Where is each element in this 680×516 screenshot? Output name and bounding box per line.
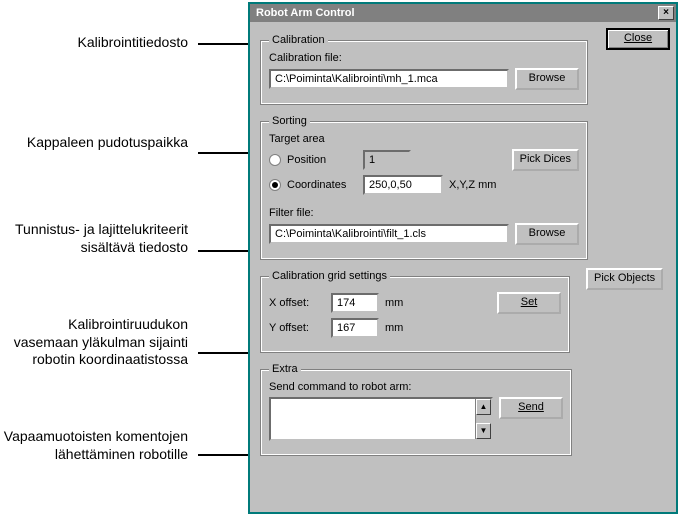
titlebar: Robot Arm Control × [250, 4, 676, 22]
callout-arrow [198, 43, 248, 45]
y-offset-input[interactable]: 167 [331, 318, 379, 338]
coordinates-input[interactable]: 250,0,50 [363, 175, 443, 195]
position-input: 1 [363, 150, 411, 170]
extra-legend: Extra [269, 363, 301, 375]
position-radio[interactable] [269, 154, 281, 166]
x-unit: mm [385, 297, 409, 309]
callout-arrow [198, 250, 248, 252]
callout-arrow [198, 152, 248, 154]
window-title: Robot Arm Control [256, 7, 355, 19]
coordinates-radio[interactable] [269, 179, 281, 191]
filter-browse-button[interactable]: Browse [515, 223, 579, 245]
send-button[interactable]: Send [499, 397, 563, 419]
scroll-up-icon[interactable]: ▲ [476, 399, 491, 415]
browse-label: Browse [529, 227, 566, 239]
pick-dices-label: Pick Dices [520, 153, 571, 165]
pick-objects-label: Pick Objects [594, 272, 655, 284]
calibration-browse-button[interactable]: Browse [515, 68, 579, 90]
close-button-label: Close [624, 32, 652, 44]
pick-dices-button[interactable]: Pick Dices [512, 149, 579, 171]
callout-arrow [198, 454, 248, 456]
filter-file-input[interactable]: C:\Poiminta\Kalibrointi\filt_1.cls [269, 224, 509, 244]
coordinates-unit: X,Y,Z mm [449, 179, 496, 191]
close-button[interactable]: Close [606, 28, 670, 50]
textarea-scrollbar[interactable]: ▲ ▼ [475, 399, 491, 439]
calibration-file-input[interactable]: C:\Poiminta\Kalibrointi\mh_1.mca [269, 69, 509, 89]
pick-objects-button[interactable]: Pick Objects [586, 268, 663, 290]
callout-calib-file: Kalibrointitiedosto [77, 34, 188, 52]
calibration-group: Calibration Calibration file: C:\Poimint… [260, 34, 588, 105]
calibration-grid-group: Calibration grid settings X offset: 174 … [260, 270, 570, 353]
callout-target-area: Kappaleen pudotuspaikka [27, 134, 188, 152]
set-label: Set [521, 296, 538, 308]
robot-arm-control-dialog: Robot Arm Control × Close Calibration Ca… [248, 2, 678, 514]
browse-label: Browse [529, 72, 566, 84]
extra-group: Extra Send command to robot arm: ▲ ▼ Sen… [260, 363, 572, 456]
coordinates-label: Coordinates [287, 179, 357, 191]
scroll-down-icon[interactable]: ▼ [476, 423, 491, 439]
target-area-label: Target area [269, 133, 579, 145]
callout-extra: Vapaamuotoisten komentojen lähettäminen … [0, 428, 188, 463]
sorting-legend: Sorting [269, 115, 310, 127]
callouts-panel: Kalibrointitiedosto Kappaleen pudotuspai… [0, 0, 248, 516]
set-button[interactable]: Set [497, 292, 561, 314]
window-close-button[interactable]: × [658, 6, 674, 20]
close-icon: × [663, 7, 669, 18]
filter-file-label: Filter file: [269, 207, 579, 219]
grid-legend: Calibration grid settings [269, 270, 390, 282]
position-label: Position [287, 154, 357, 166]
callout-filter-file: Tunnistus- ja lajittelukriteerit sisältä… [0, 221, 188, 256]
sorting-group: Sorting Target area Position 1 Pick Dice… [260, 115, 588, 260]
command-textarea[interactable]: ▲ ▼ [269, 397, 493, 441]
calibration-file-label: Calibration file: [269, 52, 579, 64]
y-offset-label: Y offset: [269, 322, 325, 334]
calibration-legend: Calibration [269, 34, 328, 46]
y-unit: mm [385, 322, 409, 334]
x-offset-input[interactable]: 174 [331, 293, 379, 313]
send-command-label: Send command to robot arm: [269, 381, 563, 393]
callout-grid: Kalibrointiruudukon vasemaan yläkulman s… [0, 316, 188, 369]
x-offset-label: X offset: [269, 297, 325, 309]
send-label: Send [518, 401, 544, 413]
callout-arrow [198, 352, 248, 354]
